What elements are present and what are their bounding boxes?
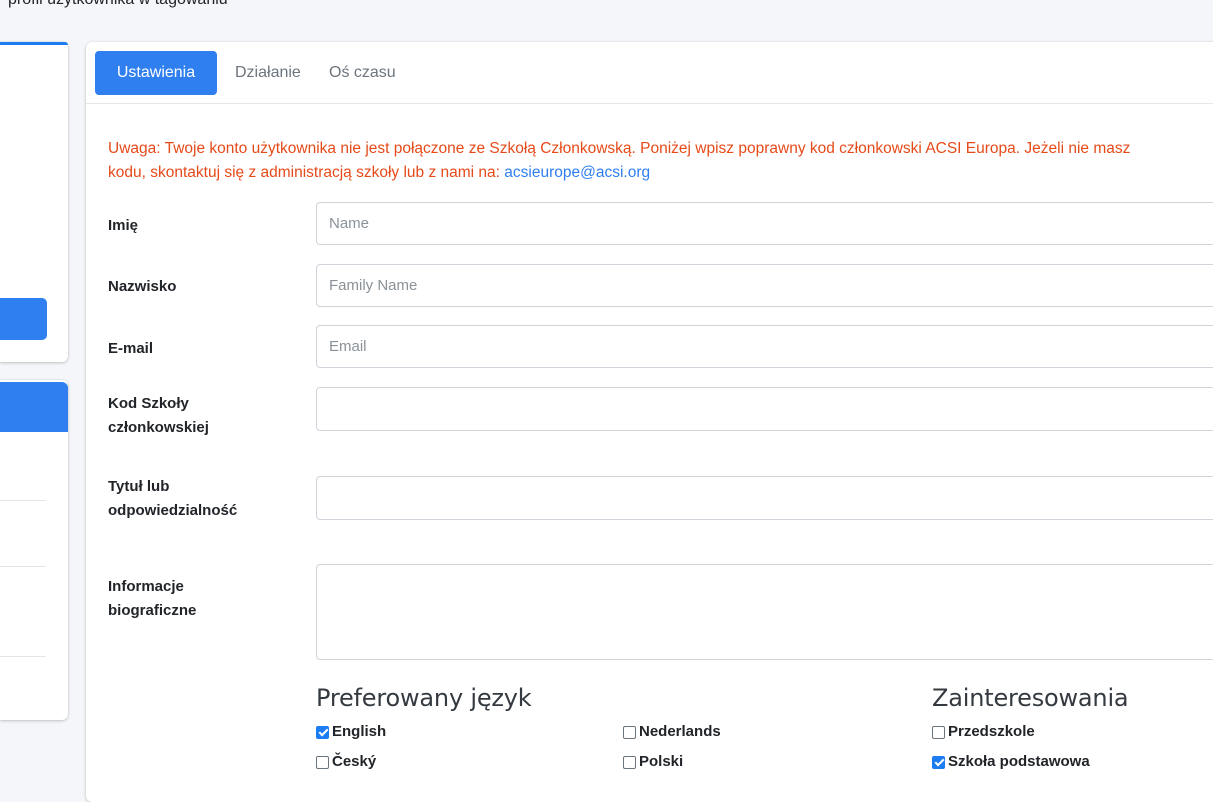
left-info-card [0,380,68,720]
bio-textarea[interactable] [316,564,1213,660]
language-option-nederlands[interactable]: Nederlands [623,722,721,742]
first-name-label: Imię [108,217,139,234]
email-label: E-mail [108,340,154,357]
school-code-label: Kod Szkoły członkowskiej [108,392,278,440]
language-option-label: Polski [639,753,684,770]
checkbox-checked-icon[interactable] [316,725,329,739]
account-warning: Uwaga: Twoje konto użytkownika nie jest … [108,137,1213,185]
interests-title: Zainteresowania [932,684,1129,712]
tab-bar: Ustawienia Działanie Oś czasu [86,42,1213,104]
school-code-label-line-1: Kod Szkoły [108,395,189,412]
bio-label-line-1: Informacje [108,578,184,595]
checkbox-icon[interactable] [316,755,329,769]
language-option-polski[interactable]: Polski [623,752,683,772]
language-option-label: Český [332,753,377,770]
email-input[interactable] [316,325,1213,368]
left-divider [0,500,46,501]
bio-label-line-2: biograficzne [108,602,197,619]
tab-activity[interactable]: Działanie [217,51,319,95]
preferred-language-title: Preferowany język [316,684,532,712]
title-input[interactable] [316,476,1213,520]
settings-card: Ustawienia Działanie Oś czasu Uwaga: Two… [86,42,1213,802]
language-option-cesky[interactable]: Český [316,752,376,772]
card-accent-bar [0,42,68,45]
warning-text: kodu, skontaktuj się z administracją szk… [108,164,505,181]
tab-settings[interactable]: Ustawienia [95,51,217,95]
last-name-label: Nazwisko [108,278,177,295]
bio-label: Informacje biograficzne [108,575,278,623]
interest-option-preschool[interactable]: Przedszkole [932,722,1035,742]
school-code-input[interactable] [316,387,1213,431]
contact-email-link[interactable]: acsieurope@acsi.org [504,164,650,181]
language-option-english[interactable]: English [316,722,386,742]
title-label-line-1: Tytuł lub [108,478,170,495]
warning-line-1: Uwaga: Twoje konto użytkownika nie jest … [108,140,1131,157]
warning-line-2: kodu, skontaktuj się z administracją szk… [108,161,1213,185]
left-action-button[interactable] [0,298,47,340]
page-caption: profil użytkownika w tagowaniu [8,0,308,9]
last-name-input[interactable] [316,264,1213,307]
checkbox-icon[interactable] [932,725,945,739]
left-card-header [0,382,68,432]
tab-timeline[interactable]: Oś czasu [311,51,414,95]
checkbox-icon[interactable] [623,755,636,769]
first-name-input[interactable] [316,202,1213,245]
title-label-line-2: odpowiedzialność [108,502,238,519]
language-option-label: English [332,723,387,740]
checkbox-checked-icon[interactable] [932,755,945,769]
interest-option-primary-school[interactable]: Szkoła podstawowa [932,752,1090,772]
language-option-label: Nederlands [639,723,721,740]
interest-option-label: Szkoła podstawowa [948,753,1090,770]
left-divider [0,656,46,657]
checkbox-icon[interactable] [623,725,636,739]
interest-option-label: Przedszkole [948,723,1035,740]
left-divider [0,566,46,567]
title-label: Tytuł lub odpowiedzialność [108,475,278,523]
school-code-label-line-2: członkowskiej [108,419,209,436]
